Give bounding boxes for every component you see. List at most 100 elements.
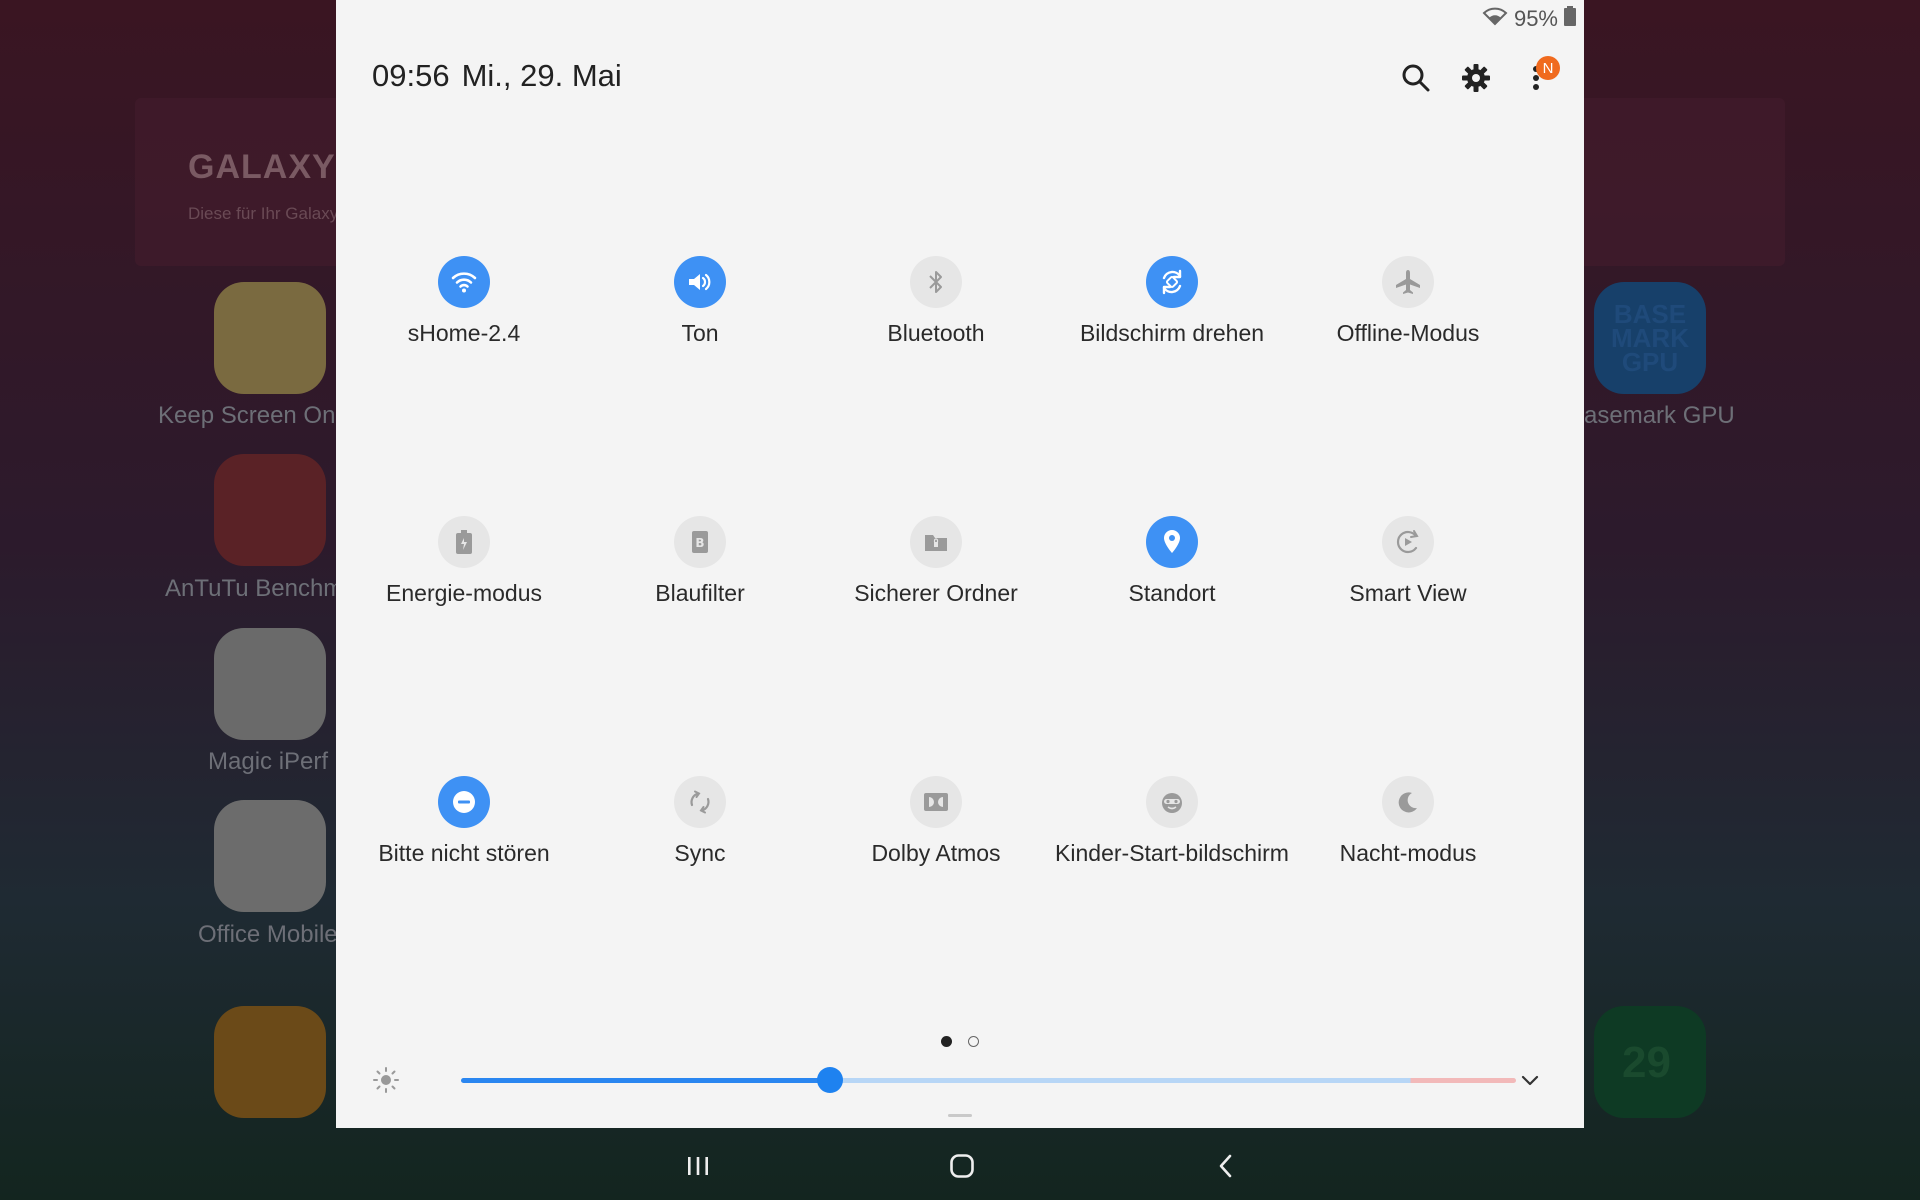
expand-button[interactable] <box>1516 1066 1544 1099</box>
tile-blue-light-filter[interactable]: B Blaufilter <box>582 516 818 607</box>
recent-apps-button[interactable] <box>668 1146 728 1186</box>
keep-screen-on-app-icon <box>214 282 326 394</box>
tile-secure-folder-toggle[interactable] <box>910 516 962 568</box>
tile-airplane-mode[interactable]: Offline-Modus <box>1290 256 1526 347</box>
basemark-icon-text: BASE MARK GPU <box>1611 299 1689 377</box>
app-label-basemark: asemark GPU <box>1584 402 1735 429</box>
banner-subtitle: Diese für Ihr Galaxy e <box>188 204 353 223</box>
tile-power-mode[interactable]: Energie-modus <box>346 516 582 607</box>
page-indicator <box>336 1036 1584 1047</box>
battery-percent: 95% <box>1513 6 1558 31</box>
panel-drag-handle[interactable] <box>948 1114 972 1117</box>
smart-view-icon <box>1396 530 1419 554</box>
app-label-magic-iperf: Magic iPerf <box>208 748 329 775</box>
tile-location[interactable]: Standort <box>1054 516 1290 607</box>
office-mobile-app-icon <box>214 800 326 912</box>
battery-icon <box>1564 6 1576 32</box>
tile-label: Nacht-modus <box>1339 840 1477 866</box>
kids-icon <box>1162 793 1182 813</box>
wifi-icon <box>451 272 477 293</box>
tile-label: Bitte nicht stören <box>378 840 550 866</box>
svg-text:B: B <box>695 536 704 550</box>
bluetooth-icon <box>929 271 942 293</box>
app-label-office-mobile: Office Mobile <box>198 921 338 948</box>
do-not-disturb-icon <box>453 791 475 813</box>
tile-label: Sicherer Ordner <box>854 580 1018 606</box>
tile-label: Offline-Modus <box>1336 320 1480 346</box>
tile-dolby-atmos[interactable]: Dolby Atmos <box>818 776 1054 867</box>
tile-location-toggle[interactable] <box>1146 516 1198 568</box>
notification-badge: N <box>1536 56 1560 80</box>
navigation-bar <box>0 1128 1920 1200</box>
tile-sound[interactable]: Ton <box>582 256 818 347</box>
tile-label: Blaufilter <box>655 580 745 606</box>
files-app-icon <box>214 1006 326 1118</box>
blue-filter-icon: B <box>692 531 708 553</box>
tile-blue-light-filter-toggle[interactable]: B <box>674 516 726 568</box>
page-dot-1[interactable] <box>941 1036 952 1047</box>
back-icon <box>1219 1154 1232 1178</box>
chevron-down-icon <box>1521 1075 1539 1086</box>
dolby-icon <box>924 793 948 811</box>
quick-settings-panel: 95% 09:56 Mi., 29. Mai N sHome-2.4 Ton B… <box>336 0 1584 1128</box>
tile-kids-home[interactable]: Kinder-Start-bildschirm <box>1054 776 1290 867</box>
tile-wifi-toggle[interactable] <box>438 256 490 308</box>
tile-secure-folder[interactable]: Sicherer Ordner <box>818 516 1054 607</box>
tile-bluetooth[interactable]: Bluetooth <box>818 256 1054 347</box>
tile-power-mode-toggle[interactable] <box>438 516 490 568</box>
tile-night-mode-toggle[interactable] <box>1382 776 1434 828</box>
location-icon <box>1164 530 1180 553</box>
recent-apps-icon <box>688 1157 708 1175</box>
search-button[interactable] <box>1398 60 1434 96</box>
search-icon <box>1402 64 1430 92</box>
page-dot-2[interactable] <box>968 1036 979 1047</box>
tile-sync-toggle[interactable] <box>674 776 726 828</box>
battery-eco-icon <box>456 530 472 554</box>
more-options-button[interactable]: N <box>1518 56 1560 96</box>
tile-smart-view[interactable]: Smart View <box>1290 516 1526 607</box>
wifi-icon <box>1482 6 1508 32</box>
back-button[interactable] <box>1196 1146 1256 1186</box>
tile-label: Ton <box>681 320 719 346</box>
gear-icon <box>1462 64 1490 92</box>
tile-auto-rotate[interactable]: Bildschirm drehen <box>1054 256 1290 347</box>
tile-sync[interactable]: Sync <box>582 776 818 867</box>
brightness-slider-thumb[interactable] <box>817 1067 844 1093</box>
airplane-icon <box>1396 270 1420 294</box>
magic-iperf-app-icon <box>214 628 326 740</box>
brightness-slider[interactable] <box>461 1078 1516 1083</box>
tile-label: Sync <box>674 840 726 866</box>
tile-night-mode[interactable]: Nacht-modus <box>1290 776 1526 867</box>
tile-dolby-atmos-toggle[interactable] <box>910 776 962 828</box>
clock: 09:56 <box>372 58 450 93</box>
home-icon <box>950 1154 974 1178</box>
settings-button[interactable] <box>1458 60 1494 96</box>
tile-label: Kinder-Start-bildschirm <box>1055 840 1289 866</box>
tile-label: Bluetooth <box>887 320 985 346</box>
brightness-control <box>372 1064 1548 1096</box>
tile-sound-toggle[interactable] <box>674 256 726 308</box>
app-label-antutu: AnTuTu Benchm <box>165 575 344 602</box>
tile-do-not-disturb-toggle[interactable] <box>438 776 490 828</box>
tile-label: Smart View <box>1349 580 1467 606</box>
tile-kids-home-toggle[interactable] <box>1146 776 1198 828</box>
tile-bluetooth-toggle[interactable] <box>910 256 962 308</box>
tile-auto-rotate-toggle[interactable] <box>1146 256 1198 308</box>
moon-icon <box>1398 792 1417 813</box>
rotate-icon <box>1162 269 1182 295</box>
app-label-keep-screen-on: Keep Screen On <box>158 402 336 429</box>
clock-date: 09:56 Mi., 29. Mai <box>372 58 622 94</box>
tile-do-not-disturb[interactable]: Bitte nicht stören <box>346 776 582 867</box>
tile-smart-view-toggle[interactable] <box>1382 516 1434 568</box>
tile-airplane-mode-toggle[interactable] <box>1382 256 1434 308</box>
tile-label: Energie-modus <box>386 580 542 606</box>
secure-folder-icon <box>925 535 947 551</box>
sound-icon <box>689 273 711 291</box>
tile-label: Bildschirm drehen <box>1079 320 1265 346</box>
tile-label: Standort <box>1128 580 1216 606</box>
sync-icon <box>690 790 710 814</box>
tile-wifi[interactable]: sHome-2.4 <box>346 256 582 347</box>
home-button[interactable] <box>932 1146 992 1186</box>
tile-label: sHome-2.4 <box>407 320 521 346</box>
brightness-icon <box>372 1066 400 1099</box>
